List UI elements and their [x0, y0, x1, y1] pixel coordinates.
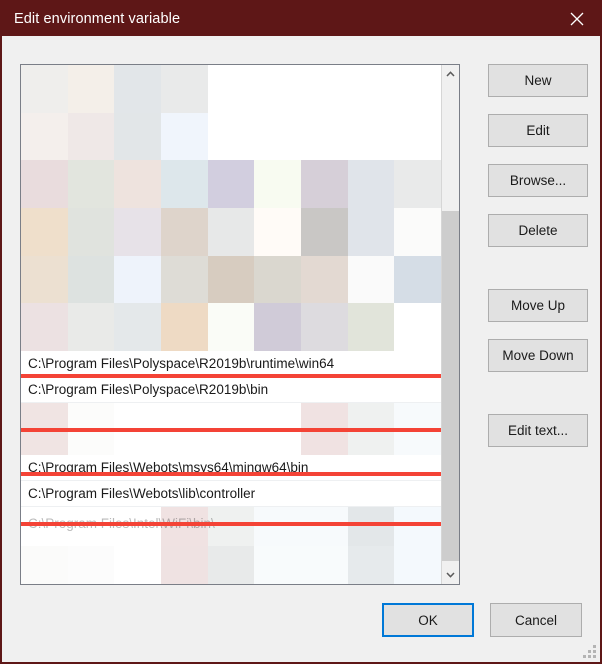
edit-button-label: Edit [526, 123, 550, 138]
ok-button-label: OK [418, 612, 438, 628]
title-bar[interactable]: Edit environment variable [2, 2, 600, 36]
path-list-rows: C:\Program Files\Polyspace\R2019b\runtim… [21, 65, 441, 584]
chevron-up-icon[interactable] [442, 65, 459, 83]
edit-text-button-label: Edit text... [507, 423, 569, 438]
scrollbar-thumb[interactable] [442, 211, 459, 561]
list-item[interactable]: C:\Program Files\Polyspace\R2019b\bin [21, 377, 441, 403]
list-item[interactable]: C:\Program Files\Webots\lib\controller [21, 481, 441, 507]
edit-text-button[interactable]: Edit text... [488, 414, 588, 447]
cancel-button[interactable]: Cancel [490, 603, 582, 637]
edit-button[interactable]: Edit [488, 114, 588, 147]
list-item[interactable]: C:\Program Files\Intel\WiFi\bin\ [21, 511, 441, 537]
new-button-label: New [524, 73, 552, 88]
browse-button[interactable]: Browse... [488, 164, 588, 197]
chevron-down-icon[interactable] [442, 566, 459, 584]
list-scrollbar[interactable] [441, 65, 459, 584]
move-down-button[interactable]: Move Down [488, 339, 588, 372]
dialog-client-area: C:\Program Files\Polyspace\R2019b\runtim… [2, 36, 600, 662]
redacted-paths-mosaic [21, 403, 441, 455]
edit-environment-variable-dialog: Edit environment variable C:\Program Fil… [0, 0, 602, 664]
move-up-button[interactable]: Move Up [488, 289, 588, 322]
resize-grip-icon[interactable] [583, 645, 596, 658]
window-title: Edit environment variable [14, 11, 181, 27]
browse-button-label: Browse... [509, 173, 567, 188]
move-up-button-label: Move Up [510, 298, 566, 313]
delete-button-label: Delete [518, 223, 558, 238]
scrollbar-track[interactable] [442, 83, 459, 566]
list-item[interactable]: C:\Program Files\Webots\msys64\mingw64\b… [21, 455, 441, 481]
ok-button[interactable]: OK [382, 603, 474, 637]
redacted-paths-mosaic [21, 65, 441, 351]
new-button[interactable]: New [488, 64, 588, 97]
close-icon[interactable] [554, 2, 600, 36]
path-list-box[interactable]: C:\Program Files\Polyspace\R2019b\runtim… [20, 64, 460, 585]
cancel-button-label: Cancel [514, 612, 558, 628]
move-down-button-label: Move Down [502, 348, 574, 363]
delete-button[interactable]: Delete [488, 214, 588, 247]
list-item[interactable]: C:\Program Files\Polyspace\R2019b\runtim… [21, 351, 441, 377]
